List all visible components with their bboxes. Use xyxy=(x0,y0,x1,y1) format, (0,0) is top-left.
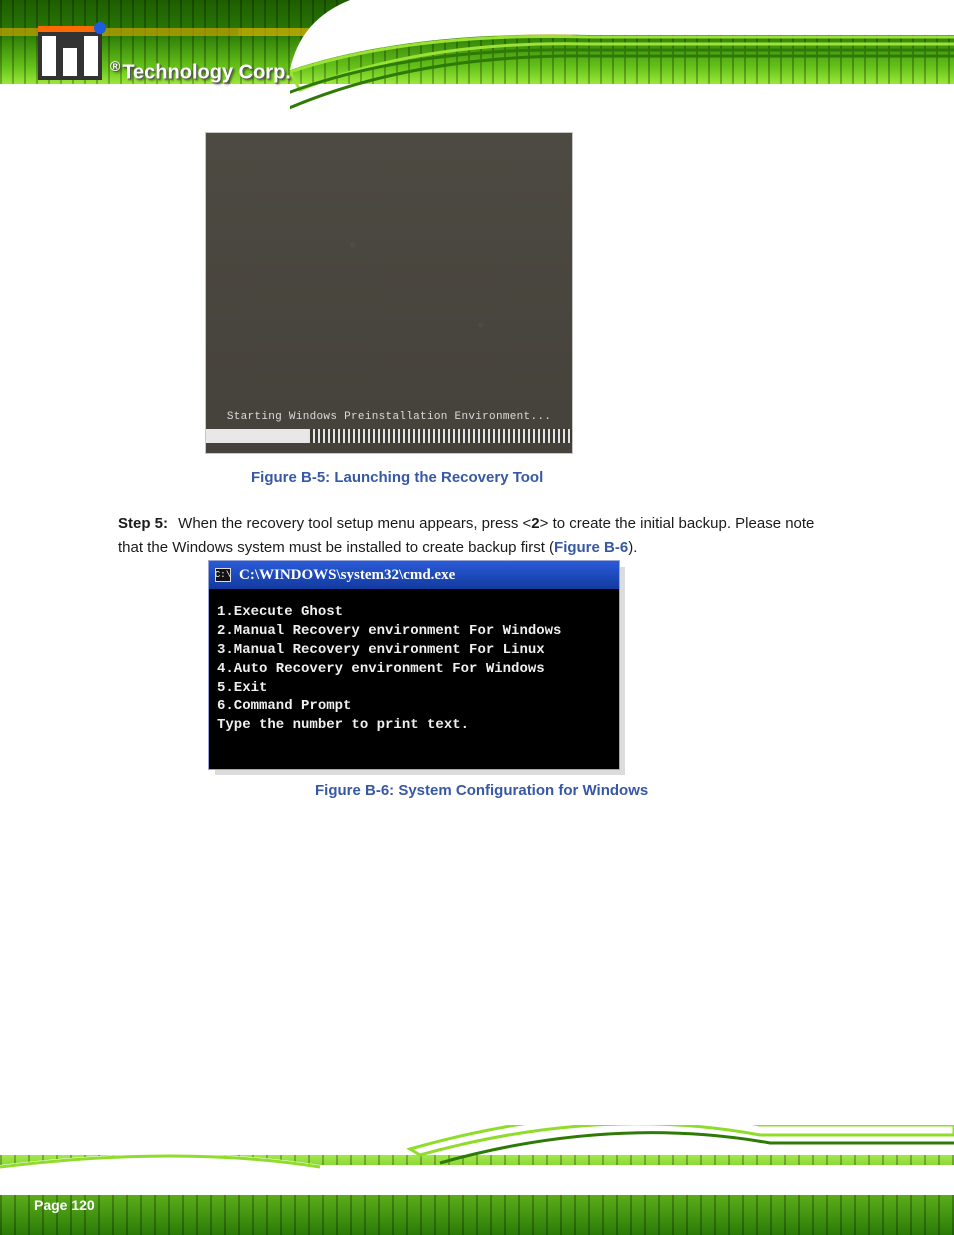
step-text-1: When the recovery tool setup menu appear… xyxy=(174,515,531,532)
cmd-line-3: 3.Manual Recovery environment For Linux xyxy=(217,642,545,658)
step-key: 2 xyxy=(531,515,539,532)
screenshot-background xyxy=(206,133,572,453)
step-text-3: ). xyxy=(628,539,637,556)
cmd-icon: C:\ xyxy=(215,568,231,582)
brand-logo xyxy=(38,26,102,80)
cmd-titlebar: C:\ C:\WINDOWS\system32\cmd.exe xyxy=(209,561,619,589)
header-band: ®Technology Corp. xyxy=(0,0,954,112)
footer-background xyxy=(0,1155,954,1235)
cmd-icon-text: C:\ xyxy=(215,570,231,580)
brand-name: Technology Corp. xyxy=(122,62,291,84)
cmd-line-6: 6.Command Prompt xyxy=(217,698,351,714)
cmd-line-2: 2.Manual Recovery environment For Window… xyxy=(217,623,561,639)
header-accent-stripe xyxy=(0,28,954,36)
figure-reference: Figure B-6 xyxy=(554,539,628,556)
boot-caption: Starting Windows Preinstallation Environ… xyxy=(206,411,572,423)
figure-2-caption: Figure B-6: System Configuration for Win… xyxy=(315,782,648,799)
figure-boot-screenshot: Starting Windows Preinstallation Environ… xyxy=(205,132,573,454)
step-5-text: Step 5: When the recovery tool setup men… xyxy=(118,512,834,560)
cmd-line-4: 4.Auto Recovery environment For Windows xyxy=(217,661,545,677)
cmd-line-5: 5.Exit xyxy=(217,680,267,696)
logo-dot-icon xyxy=(94,22,106,34)
step-number: Step 5: xyxy=(118,515,168,532)
cmd-prompt-line: Type the number to print text. xyxy=(217,717,469,733)
brand-text: ®Technology Corp. xyxy=(110,58,291,85)
figure-1-caption: Figure B-5: Launching the Recovery Tool xyxy=(251,469,543,486)
page-number-footer: Page 120 xyxy=(34,1197,95,1213)
progress-filled xyxy=(206,429,308,443)
cmd-title: C:\WINDOWS\system32\cmd.exe xyxy=(239,567,455,584)
footer-band: Page 120 xyxy=(0,1125,954,1235)
cmd-body: 1.Execute Ghost 2.Manual Recovery enviro… xyxy=(209,589,619,743)
progress-track xyxy=(308,429,572,443)
registered-mark: ® xyxy=(110,58,120,74)
document-body: Starting Windows Preinstallation Environ… xyxy=(0,112,954,1125)
cmd-window: C:\ C:\WINDOWS\system32\cmd.exe 1.Execut… xyxy=(209,561,619,769)
cmd-line-1: 1.Execute Ghost xyxy=(217,604,343,620)
logo-mark xyxy=(38,26,102,80)
page-root: ®Technology Corp. Starting Windows Prein… xyxy=(0,0,954,1235)
boot-progress-bar xyxy=(206,429,572,443)
